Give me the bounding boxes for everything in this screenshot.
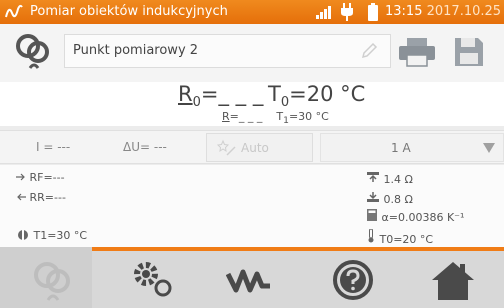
alpha-coefficient: α=0.00386 K⁻¹ [366,209,464,224]
current-range-select[interactable]: 1 A [320,133,504,162]
t1-info-value: T1=30 °C [33,229,88,242]
pencil-icon[interactable] [360,42,378,60]
sub-result: R=_ _ _ T1=30 °C [222,110,329,126]
t0-sub: 0 [280,95,290,111]
battery-icon [368,3,378,21]
t0-label: T [268,82,281,106]
r-label: R [222,110,230,123]
t1-result: T1=30 °C [276,110,329,126]
voltage-drop-readout: ΔU= --- [123,140,167,154]
thermometer-icon [368,228,374,243]
r0-sub: 0 [192,95,201,111]
r-value: =_ _ _ [229,110,263,123]
t0-result: T0=20 °C [268,82,365,110]
app-logo-icon [5,4,23,18]
gears-icon[interactable] [130,258,176,302]
rr-value: RR=--- [29,191,66,204]
r0-label: R [178,82,193,106]
limit-low-icon [367,192,379,202]
main-result: R0=_ _ _ T0=20 °C R=_ _ _ T1=30 °C [0,82,504,126]
signal-icon [316,6,331,19]
point-bar: Punkt pomiarowy 2 [0,24,504,82]
rr-readout: RR=--- [16,191,66,204]
measurement-point-name: Punkt pomiarowy 2 [73,43,199,58]
nav-accent-line [92,247,504,251]
nav-inductance-mode-icon[interactable] [30,258,76,302]
measurement-point-field[interactable]: Punkt pomiarowy 2 [64,34,391,68]
rf-readout: RF=--- [16,171,65,184]
clock: 13:15 2017.10.25 [385,4,501,19]
params-row: I = --- ΔU= --- Auto 1 A [0,130,504,164]
limit-high-value: 1.4 Ω [383,173,413,186]
calculator-icon [367,209,377,221]
current-range-value: 1 A [391,141,411,155]
limit-low-value: 0.8 Ω [383,193,413,206]
t0-info-value: T0=20 °C [379,233,434,246]
window-title: Pomiar obiektów indukcyjnych [30,4,228,19]
auto-label: Auto [241,141,269,155]
limit-high: 1.4 Ω [366,171,413,186]
power-plug-icon [341,3,353,21]
clock-date: 2017.10.25 [426,4,502,19]
auto-button[interactable]: Auto [206,133,313,162]
rf-value: RF=--- [29,171,65,184]
current-readout: I = --- [36,140,71,154]
t1-value: =30 °C [288,110,329,123]
limit-low: 0.8 Ω [366,191,413,206]
temperature-probe-icon [18,230,28,240]
info-panel: RF=--- RR=--- T1=30 °C 1.4 Ω 0.8 Ω α=0.0… [0,165,504,247]
limit-high-icon [367,172,379,182]
auto-star-icon [217,139,236,156]
floppy-disk-icon[interactable] [452,36,486,68]
printer-icon[interactable] [396,36,438,68]
home-icon[interactable] [430,258,476,302]
t0-info: T0=20 °C [366,228,434,246]
r0-result: R0=_ _ _ [178,82,263,110]
alpha-value: α=0.00386 K⁻¹ [381,211,465,224]
clock-time: 13:15 [385,4,423,19]
arrow-left-icon [17,193,26,201]
waveform-icon[interactable] [226,258,272,302]
chevron-down-icon [483,143,495,153]
status-bar: Pomiar obiektów indukcyjnych 13:15 2017.… [0,0,504,24]
arrow-right-icon [16,173,25,181]
help-icon[interactable] [330,258,376,302]
inductance-mode-icon[interactable] [14,32,54,70]
t1-info: T1=30 °C [16,229,87,242]
t0-value: =20 °C [289,82,366,106]
r0-value: =_ _ _ [200,82,264,106]
